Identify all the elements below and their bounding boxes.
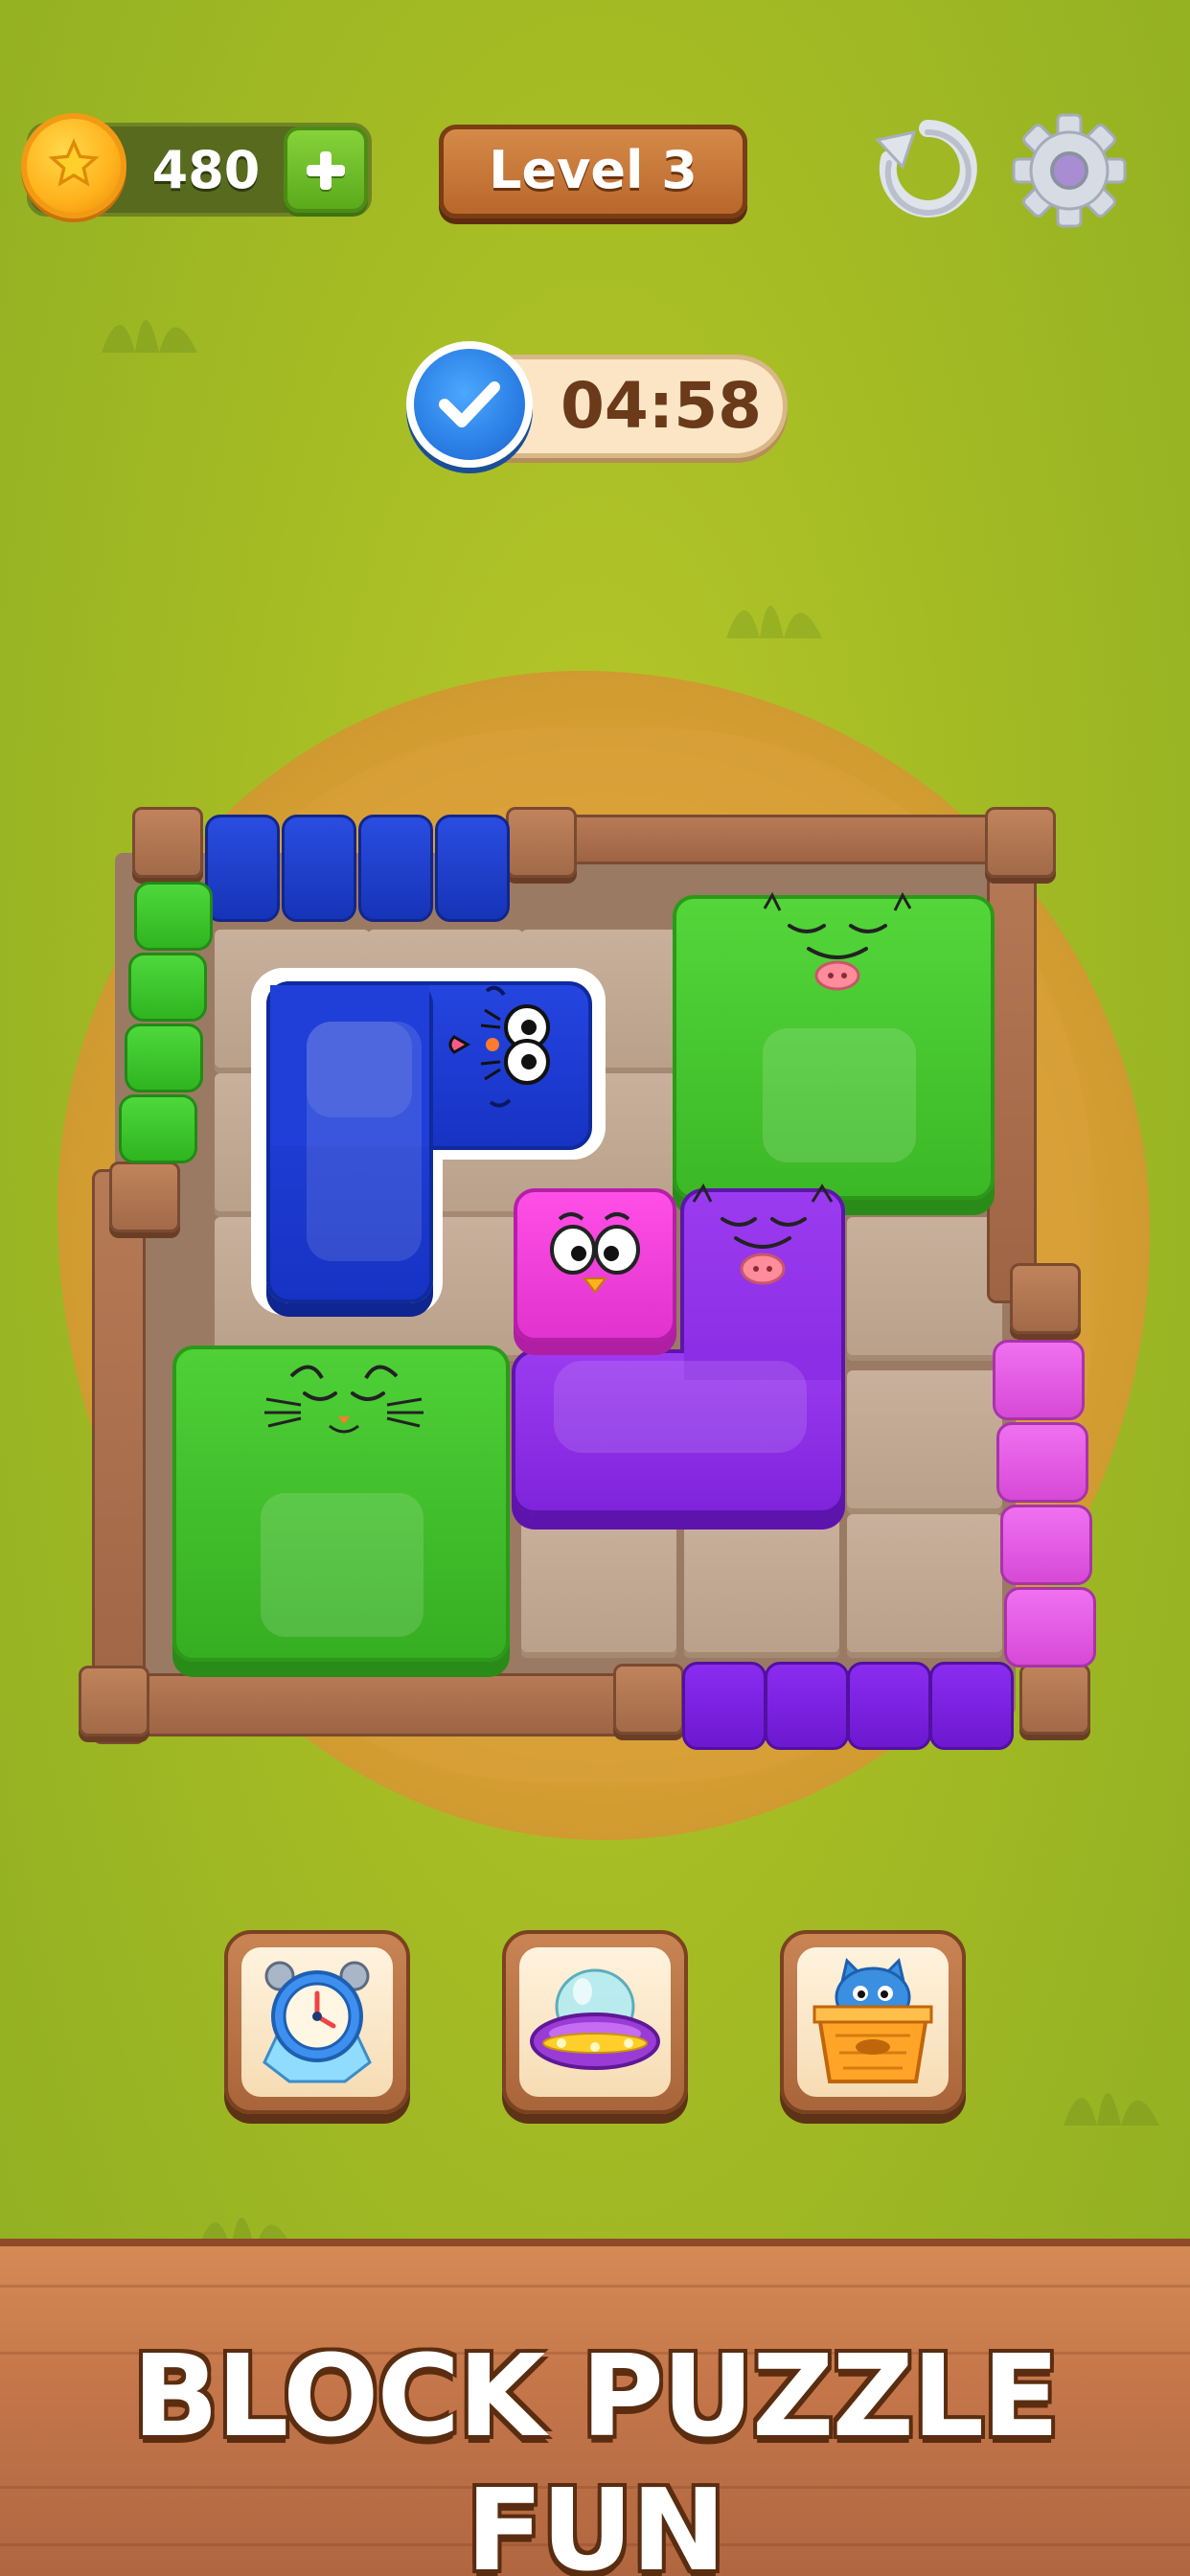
wall-bottom: [86, 1673, 680, 1736]
grass-tuft-icon: [1064, 2093, 1159, 2126]
add-coins-button[interactable]: [284, 126, 368, 213]
grass-tuft-icon: [726, 606, 822, 638]
gear-icon[interactable]: [1010, 111, 1129, 230]
timer-value: 04:58: [560, 369, 763, 443]
cat-basket-icon: [812, 1958, 933, 2083]
restart-icon[interactable]: [870, 111, 985, 226]
pig-face-icon: [692, 1183, 834, 1285]
green-block-bottom[interactable]: [172, 1346, 510, 1662]
footer-title: BLOCK PUZZLE FUN: [132, 2330, 1060, 2576]
ufo-icon: [530, 1968, 660, 2070]
sleepy-face-icon: [763, 891, 912, 991]
green-block-top[interactable]: [673, 891, 995, 1200]
mouse-face-icon: [448, 985, 550, 1108]
check-icon: [406, 341, 533, 468]
pink-block[interactable]: [514, 1188, 676, 1342]
grass-tuft-icon: [102, 320, 197, 353]
coin-count: 480: [151, 140, 261, 200]
freeze-time-booster-button[interactable]: [224, 1930, 410, 2114]
cat-face-icon: [264, 1365, 423, 1434]
bird-face-icon: [550, 1212, 640, 1294]
star-coin-icon: [21, 113, 126, 218]
wall-top-right: [517, 815, 1035, 864]
wall-left: [92, 1169, 146, 1744]
cat-basket-booster-button[interactable]: [780, 1930, 966, 2114]
level-label: Level 3: [489, 140, 698, 200]
ufo-booster-button[interactable]: [502, 1930, 688, 2114]
alarm-clock-icon: [263, 1961, 372, 2083]
